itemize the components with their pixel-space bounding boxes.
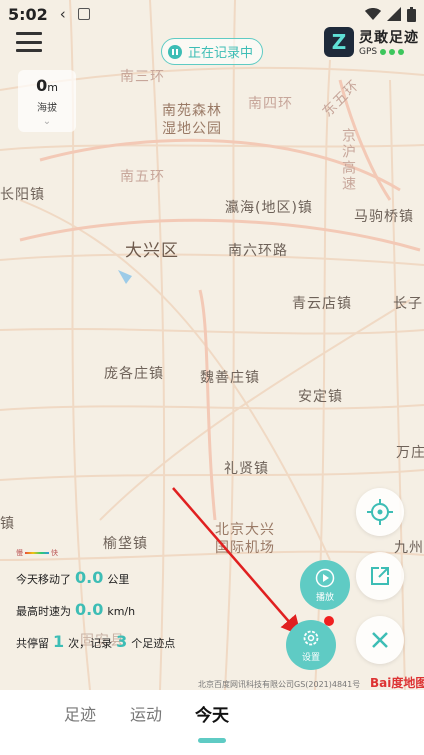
recording-label: 正在记录中 (188, 46, 254, 61)
speed-prefix: 最高时速为 (16, 605, 71, 618)
distance-stat: 今天移动了 0.0 公里 (16, 568, 175, 594)
altitude-value: 0m (36, 76, 58, 95)
map-label-airport: 北京大兴 (215, 522, 275, 538)
map-label-qingyundian: 青云店镇 (292, 296, 352, 312)
stay-mid: 次，记录 (68, 637, 113, 650)
tab-sport[interactable]: 运动 (130, 701, 162, 725)
brand: Z 灵敢足迹 GPS (324, 27, 419, 57)
crosshair-icon (367, 499, 393, 525)
stay-prefix: 共停留 (16, 637, 49, 650)
gps-indicator: GPS (359, 47, 419, 57)
close-button[interactable] (356, 616, 404, 664)
map-label-south-4th-ring: 南四环 (248, 96, 293, 112)
app-logo-icon: Z (324, 27, 354, 57)
bottom-nav: 足迹 运动 今天 (0, 690, 424, 755)
map-label-nanyuan-park-2: 湿地公园 (162, 121, 222, 137)
map-label-daxing: 大兴区 (125, 241, 179, 261)
map-label-south-6th-ring: 南六环路 (228, 243, 288, 259)
map-label-weishanzhuang: 魏善庄镇 (200, 370, 260, 386)
altitude-panel[interactable]: 0m 海拔 ⌄ (18, 70, 76, 132)
speed-gradient-bar (25, 552, 49, 554)
back-chevron-icon: ‹ (59, 5, 66, 23)
status-bar: 5:02 ‹ (0, 0, 424, 28)
stats-panel: 慢 快 今天移动了 0.0 公里 最高时速为 0.0 km/h 共停留 1 次，… (16, 548, 175, 664)
map-label-jinghu-expressway: 京沪高速 (340, 128, 356, 192)
map-label-nanyuan-park: 南苑森林 (162, 103, 222, 119)
play-icon (315, 568, 335, 587)
distance-unit: 公里 (107, 573, 130, 586)
distance-value: 0.0 (75, 568, 104, 587)
locate-button[interactable] (356, 488, 404, 536)
brand-name: 灵敢足迹 (359, 30, 419, 46)
altitude-label: 海拔 (37, 103, 57, 114)
points-suffix: 个足迹点 (131, 637, 176, 650)
map-label-panggezhuang: 庞各庄镇 (104, 366, 164, 382)
settings-button[interactable]: 设置 (286, 620, 336, 670)
share-button[interactable] (356, 552, 404, 600)
map-label-lixian: 礼贤镇 (224, 461, 269, 477)
speed-value: 0.0 (75, 600, 104, 619)
tab-today[interactable]: 今天 (195, 701, 229, 726)
wifi-icon (365, 8, 381, 20)
speed-unit: km/h (107, 605, 136, 618)
notification-icon (77, 8, 90, 20)
map-label-majuqiao: 马驹桥镇 (354, 209, 414, 225)
status-time: 5:02 (8, 4, 48, 24)
gps-label: GPS (359, 47, 378, 57)
play-label: 播放 (315, 592, 334, 603)
chevron-down-icon: ⌄ (42, 116, 52, 127)
notification-dot (324, 616, 334, 626)
legend-fast-label: 快 (51, 549, 58, 557)
points-count: 3 (116, 632, 128, 651)
speed-legend: 慢 快 (16, 548, 175, 558)
baidu-logo: Bai度地图 (370, 676, 424, 690)
close-icon (372, 632, 388, 648)
stay-count: 1 (53, 632, 65, 651)
map-label-zhangzi: 长子 (393, 296, 423, 312)
gear-icon (303, 630, 319, 645)
stay-stat: 共停留 1 次，记录 3 个足迹点 (16, 632, 175, 658)
map-label-south-3rd-ring: 南三环 (120, 69, 165, 85)
legend-slow-label: 慢 (16, 549, 23, 557)
map-label-anding: 安定镇 (298, 389, 343, 405)
map-label-jiuzhou: 九州 (394, 540, 424, 556)
menu-button[interactable] (16, 32, 42, 52)
map-label-zhen: 镇 (0, 516, 15, 532)
play-button[interactable]: 播放 (300, 560, 350, 610)
recording-status-pill[interactable]: 正在记录中 (161, 38, 263, 65)
map-label-changyang: 长阳镇 (0, 187, 45, 203)
tab-footprint[interactable]: 足迹 (64, 701, 96, 725)
pause-icon (168, 44, 182, 59)
battery-icon (407, 6, 416, 22)
distance-prefix: 今天移动了 (16, 573, 71, 586)
menu-icon (16, 32, 42, 35)
map-label-south-5th-ring: 南五环 (120, 169, 165, 185)
map-label-wanzhuang: 万庄 (396, 445, 424, 461)
map-label-yinghai: 瀛海(地区)镇 (225, 200, 313, 216)
share-icon (371, 567, 389, 585)
active-tab-indicator (198, 738, 226, 743)
settings-label: 设置 (301, 652, 320, 663)
map-label-airport-2: 国际机场 (215, 540, 275, 556)
map-copyright: 北京百度网讯科技有限公司GS(2021)4841号 (198, 680, 361, 689)
speed-stat: 最高时速为 0.0 km/h (16, 600, 175, 626)
signal-icon (387, 7, 401, 21)
